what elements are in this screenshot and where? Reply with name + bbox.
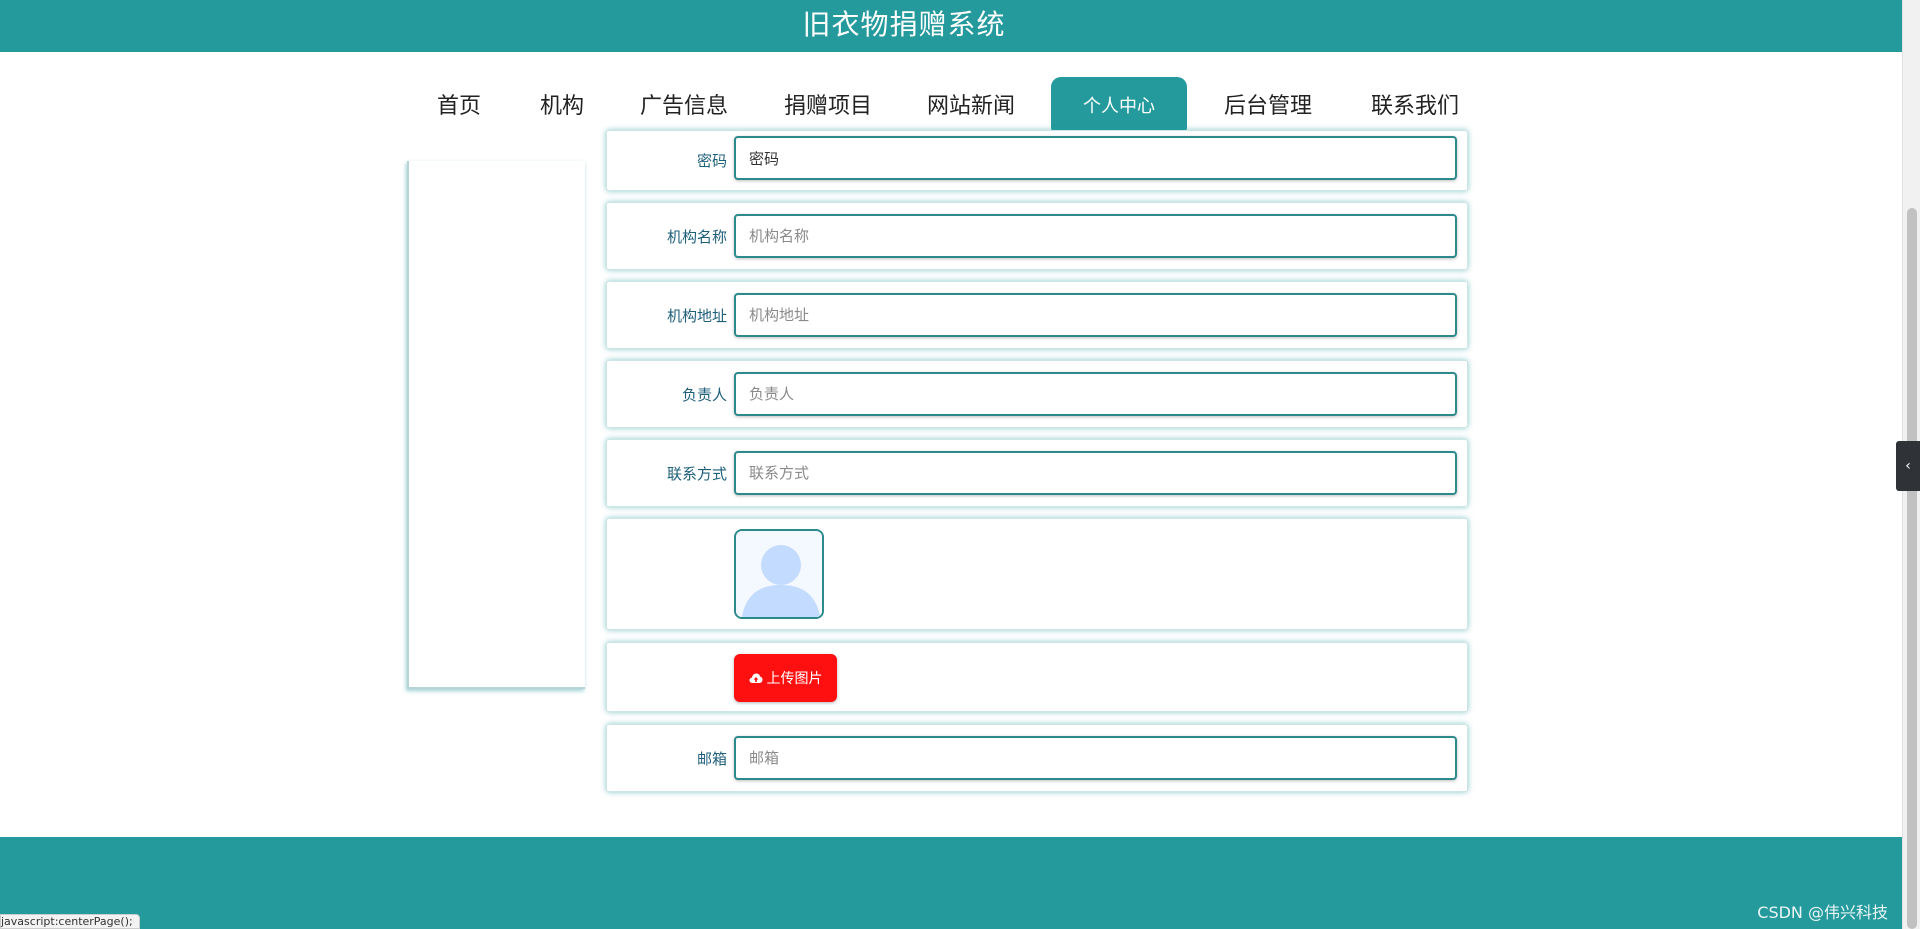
browser-status-bar: javascript:centerPage();: [0, 914, 140, 929]
email-input[interactable]: [734, 736, 1457, 780]
form-row-password: 密码: [606, 130, 1468, 191]
user-avatar-icon: [736, 531, 822, 617]
form-row-contact: 联系方式: [606, 439, 1468, 507]
org-name-input[interactable]: [734, 214, 1457, 258]
nav-item-ads[interactable]: 广告信息: [628, 77, 740, 137]
person-in-charge-label: 负责人: [681, 385, 727, 404]
nav-item-donation-projects[interactable]: 捐赠项目: [772, 77, 884, 137]
contact-label: 联系方式: [666, 464, 727, 483]
scrollbar-thumb[interactable]: [1907, 208, 1917, 929]
left-side-panel: [407, 161, 585, 689]
password-input[interactable]: [734, 136, 1457, 180]
site-title: 旧衣物捐赠系统: [802, 8, 1006, 41]
form-row-org-name: 机构名称: [606, 202, 1468, 270]
org-address-input[interactable]: [734, 293, 1457, 337]
nav-item-admin[interactable]: 后台管理: [1212, 77, 1324, 137]
form-row-org-address: 机构地址: [606, 281, 1468, 349]
contact-input[interactable]: [734, 451, 1457, 495]
nav-item-personal-center[interactable]: 个人中心: [1051, 77, 1187, 137]
person-in-charge-input[interactable]: [734, 372, 1457, 416]
org-address-label: 机构地址: [666, 306, 727, 325]
nav-item-contact[interactable]: 联系我们: [1359, 77, 1471, 137]
form-row-email: 邮箱: [606, 724, 1468, 792]
nav-item-news[interactable]: 网站新闻: [915, 77, 1027, 137]
side-panel-toggle[interactable]: ‹: [1896, 441, 1920, 491]
form-row-avatar: [606, 518, 1468, 630]
cloud-upload-icon: [749, 673, 762, 683]
form-row-person-in-charge: 负责人: [606, 360, 1468, 428]
nav-item-organization[interactable]: 机构: [527, 77, 597, 137]
footer: CSDN @伟兴科技: [0, 837, 1902, 929]
chevron-left-icon: ‹: [1905, 458, 1911, 474]
upload-image-button[interactable]: 上传图片: [734, 654, 837, 702]
email-label: 邮箱: [696, 749, 727, 768]
avatar[interactable]: [734, 529, 824, 619]
org-name-label: 机构名称: [666, 227, 727, 246]
upload-button-label: 上传图片: [766, 671, 823, 687]
form-row-upload: 上传图片: [606, 642, 1468, 712]
watermark: CSDN @伟兴科技: [1757, 903, 1888, 922]
nav-item-home[interactable]: 首页: [424, 77, 494, 137]
password-label: 密码: [696, 152, 727, 170]
header-bar: 旧衣物捐赠系统: [0, 0, 1902, 52]
